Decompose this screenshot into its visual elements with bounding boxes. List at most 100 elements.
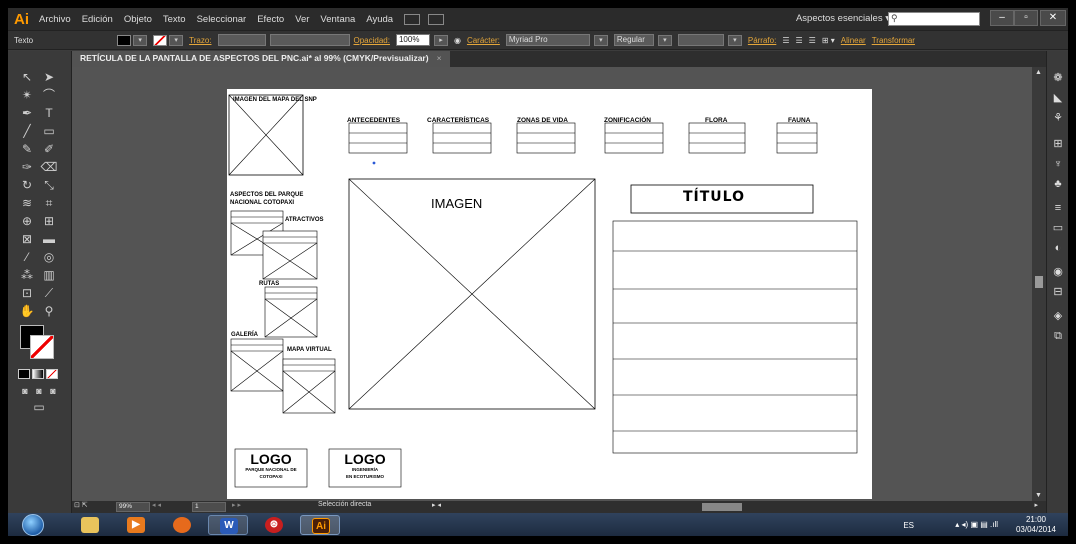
stroke-weight-field[interactable]	[217, 34, 266, 46]
graphic-styles-icon[interactable]: ♣	[1050, 177, 1066, 191]
stroke-swatch[interactable]	[153, 34, 168, 46]
scroll-down-icon[interactable]: ▼	[1035, 492, 1042, 499]
hscroll-left-icon[interactable]: ▸ ◂	[432, 501, 441, 509]
artboard-tool-icon[interactable]: ⊡	[18, 285, 36, 301]
symbol-sprayer-icon[interactable]: ⁂	[18, 267, 36, 283]
direct-selection-tool-icon[interactable]: ➤	[40, 69, 58, 85]
firefox-taskbar-button[interactable]	[162, 515, 202, 535]
pencil-icon[interactable]: ✐	[40, 141, 58, 157]
paragraph-link[interactable]: Párrafo:	[748, 36, 776, 45]
magic-wand-icon[interactable]: ✴	[18, 87, 36, 103]
eraser-icon[interactable]: ⌫	[40, 159, 58, 175]
menu-efecto[interactable]: Efecto	[257, 14, 284, 25]
arrange-documents-button[interactable]	[428, 13, 445, 25]
help-search-input[interactable]: ⚲	[888, 12, 980, 26]
artboard[interactable]: IMAGEN DEL MAPA DEL SNP ANTECEDENTES CAR…	[227, 89, 872, 499]
mesh-tool-icon[interactable]: ⊠	[18, 231, 36, 247]
type-tool-icon[interactable]: T	[40, 105, 58, 121]
font-family-dropdown[interactable]: ▾	[593, 34, 608, 46]
rectangle-tool-icon[interactable]: ▭	[40, 123, 58, 139]
brushes-icon[interactable]: ⚘	[1050, 111, 1066, 125]
workspace-switcher[interactable]: Aspectos esenciales ▾	[796, 13, 890, 24]
stroke-panel-icon[interactable]: ≡	[1050, 201, 1066, 215]
menu-ver[interactable]: Ver	[295, 14, 309, 25]
variable-width-field[interactable]	[269, 34, 350, 46]
nav-zonas-de-vida[interactable]: ZONAS DE VIDA	[517, 117, 568, 124]
document-tab[interactable]: RETÍCULA DE LA PANTALLA DE ASPECTOS DEL …	[72, 51, 450, 67]
swatches-icon[interactable]: ⊞	[1050, 137, 1066, 151]
align-panel-icon[interactable]: ⊟	[1050, 285, 1066, 299]
page-field[interactable]: 1	[192, 502, 226, 512]
column-graph-icon[interactable]: ▥	[40, 267, 58, 283]
transform-link[interactable]: Transformar	[872, 36, 915, 45]
language-indicator[interactable]: ES	[903, 521, 914, 530]
word-taskbar-button[interactable]: W	[208, 515, 248, 535]
lasso-icon[interactable]: ⌒	[40, 87, 58, 103]
zoom-field[interactable]: 99%	[116, 502, 150, 512]
align-center-icon[interactable]: ☰	[796, 36, 803, 45]
restore-button[interactable]: ▫	[1014, 10, 1038, 26]
page-next-icon[interactable]: ▸ ▸	[232, 501, 241, 509]
menu-seleccionar[interactable]: Seleccionar	[197, 14, 247, 25]
zoom-tool-icon[interactable]: ⚲	[40, 303, 58, 319]
illustrator-taskbar-button[interactable]: Ai	[300, 515, 340, 535]
minimize-button[interactable]: –	[990, 10, 1014, 26]
rotate-tool-icon[interactable]: ↻	[18, 177, 36, 193]
appearance-icon[interactable]: ◉	[1050, 265, 1066, 279]
nav-caracteristicas[interactable]: CARACTERÍSTICAS	[427, 117, 489, 124]
nav-zonificacion[interactable]: ZONIFICACIÓN	[604, 117, 651, 124]
transparency-icon[interactable]: ◐	[1050, 241, 1066, 255]
font-size-field[interactable]	[677, 34, 724, 46]
scroll-up-icon[interactable]: ▲	[1035, 69, 1042, 76]
draw-inside-icon[interactable]: ◙	[44, 383, 62, 399]
close-button[interactable]: ✕	[1040, 10, 1066, 26]
align-right-icon[interactable]: ☰	[809, 36, 816, 45]
media-player-taskbar-button[interactable]: ▶	[116, 515, 156, 535]
nav-antecedentes[interactable]: ANTECEDENTES	[347, 117, 400, 124]
font-style-field[interactable]: Regular	[613, 34, 654, 46]
color-guide-icon[interactable]: ◣	[1050, 91, 1066, 105]
symbols-icon[interactable]: ♆	[1050, 157, 1066, 171]
gradient-tool-icon[interactable]: ▬	[40, 231, 58, 247]
menu-texto[interactable]: Texto	[163, 14, 186, 25]
stroke-color-box[interactable]	[30, 335, 54, 359]
menu-ayuda[interactable]: Ayuda	[366, 14, 393, 25]
eyedropper-icon[interactable]: ⁄	[18, 249, 36, 265]
vertical-scrollbar[interactable]: ▲ ▼	[1032, 67, 1046, 501]
nav-fauna[interactable]: FAUNA	[788, 117, 810, 124]
menu-ventana[interactable]: Ventana	[320, 14, 355, 25]
fill-dropdown[interactable]: ▾	[133, 34, 148, 46]
menu-edicion[interactable]: Edición	[82, 14, 113, 25]
tray-icons[interactable]: ▴ ◂) ▣ ▤ .ıll	[955, 520, 998, 529]
explorer-taskbar-button[interactable]	[70, 515, 110, 535]
artboards-icon[interactable]: ⧉	[1050, 329, 1066, 343]
close-tab-icon[interactable]: ×	[437, 53, 442, 63]
menu-objeto[interactable]: Objeto	[124, 14, 152, 25]
canvas-area[interactable]: IMAGEN DEL MAPA DEL SNP ANTECEDENTES CAR…	[72, 67, 1046, 501]
free-transform-icon[interactable]: ⌗	[40, 195, 58, 211]
shape-builder-icon[interactable]: ⊕	[18, 213, 36, 229]
vertical-scroll-thumb[interactable]	[1035, 276, 1043, 288]
acrobat-taskbar-button[interactable]: ⊛	[254, 515, 294, 535]
fill-swatch[interactable]	[117, 34, 132, 46]
layers-icon[interactable]: ◈	[1050, 309, 1066, 323]
nav-flora[interactable]: FLORA	[705, 117, 727, 124]
bridge-button[interactable]	[404, 13, 421, 25]
start-button[interactable]	[22, 514, 44, 536]
color-panel-icon[interactable]: ❁	[1050, 71, 1066, 85]
pen-tool-icon[interactable]: ✒	[18, 105, 36, 121]
gradient-panel-icon[interactable]: ▭	[1050, 221, 1066, 235]
scale-tool-icon[interactable]: ⤡	[40, 177, 58, 193]
color-mode-button[interactable]	[18, 369, 30, 379]
page-prev-icon[interactable]: ◂ ◂	[152, 501, 161, 509]
hscroll-right-icon[interactable]: ▸	[1034, 501, 1038, 509]
paintbrush-icon[interactable]: ✎	[18, 141, 36, 157]
slice-tool-icon[interactable]: ⟋	[40, 285, 58, 301]
align-link[interactable]: Alinear	[841, 36, 866, 45]
horizontal-scroll-thumb[interactable]	[702, 503, 742, 511]
gradient-mode-button[interactable]	[32, 369, 44, 379]
perspective-grid-icon[interactable]: ⊞	[40, 213, 58, 229]
opacity-link[interactable]: Opacidad:	[354, 36, 390, 45]
font-size-dropdown[interactable]: ▾	[727, 34, 742, 46]
clock[interactable]: 21:00 03/04/2014	[1016, 515, 1056, 535]
